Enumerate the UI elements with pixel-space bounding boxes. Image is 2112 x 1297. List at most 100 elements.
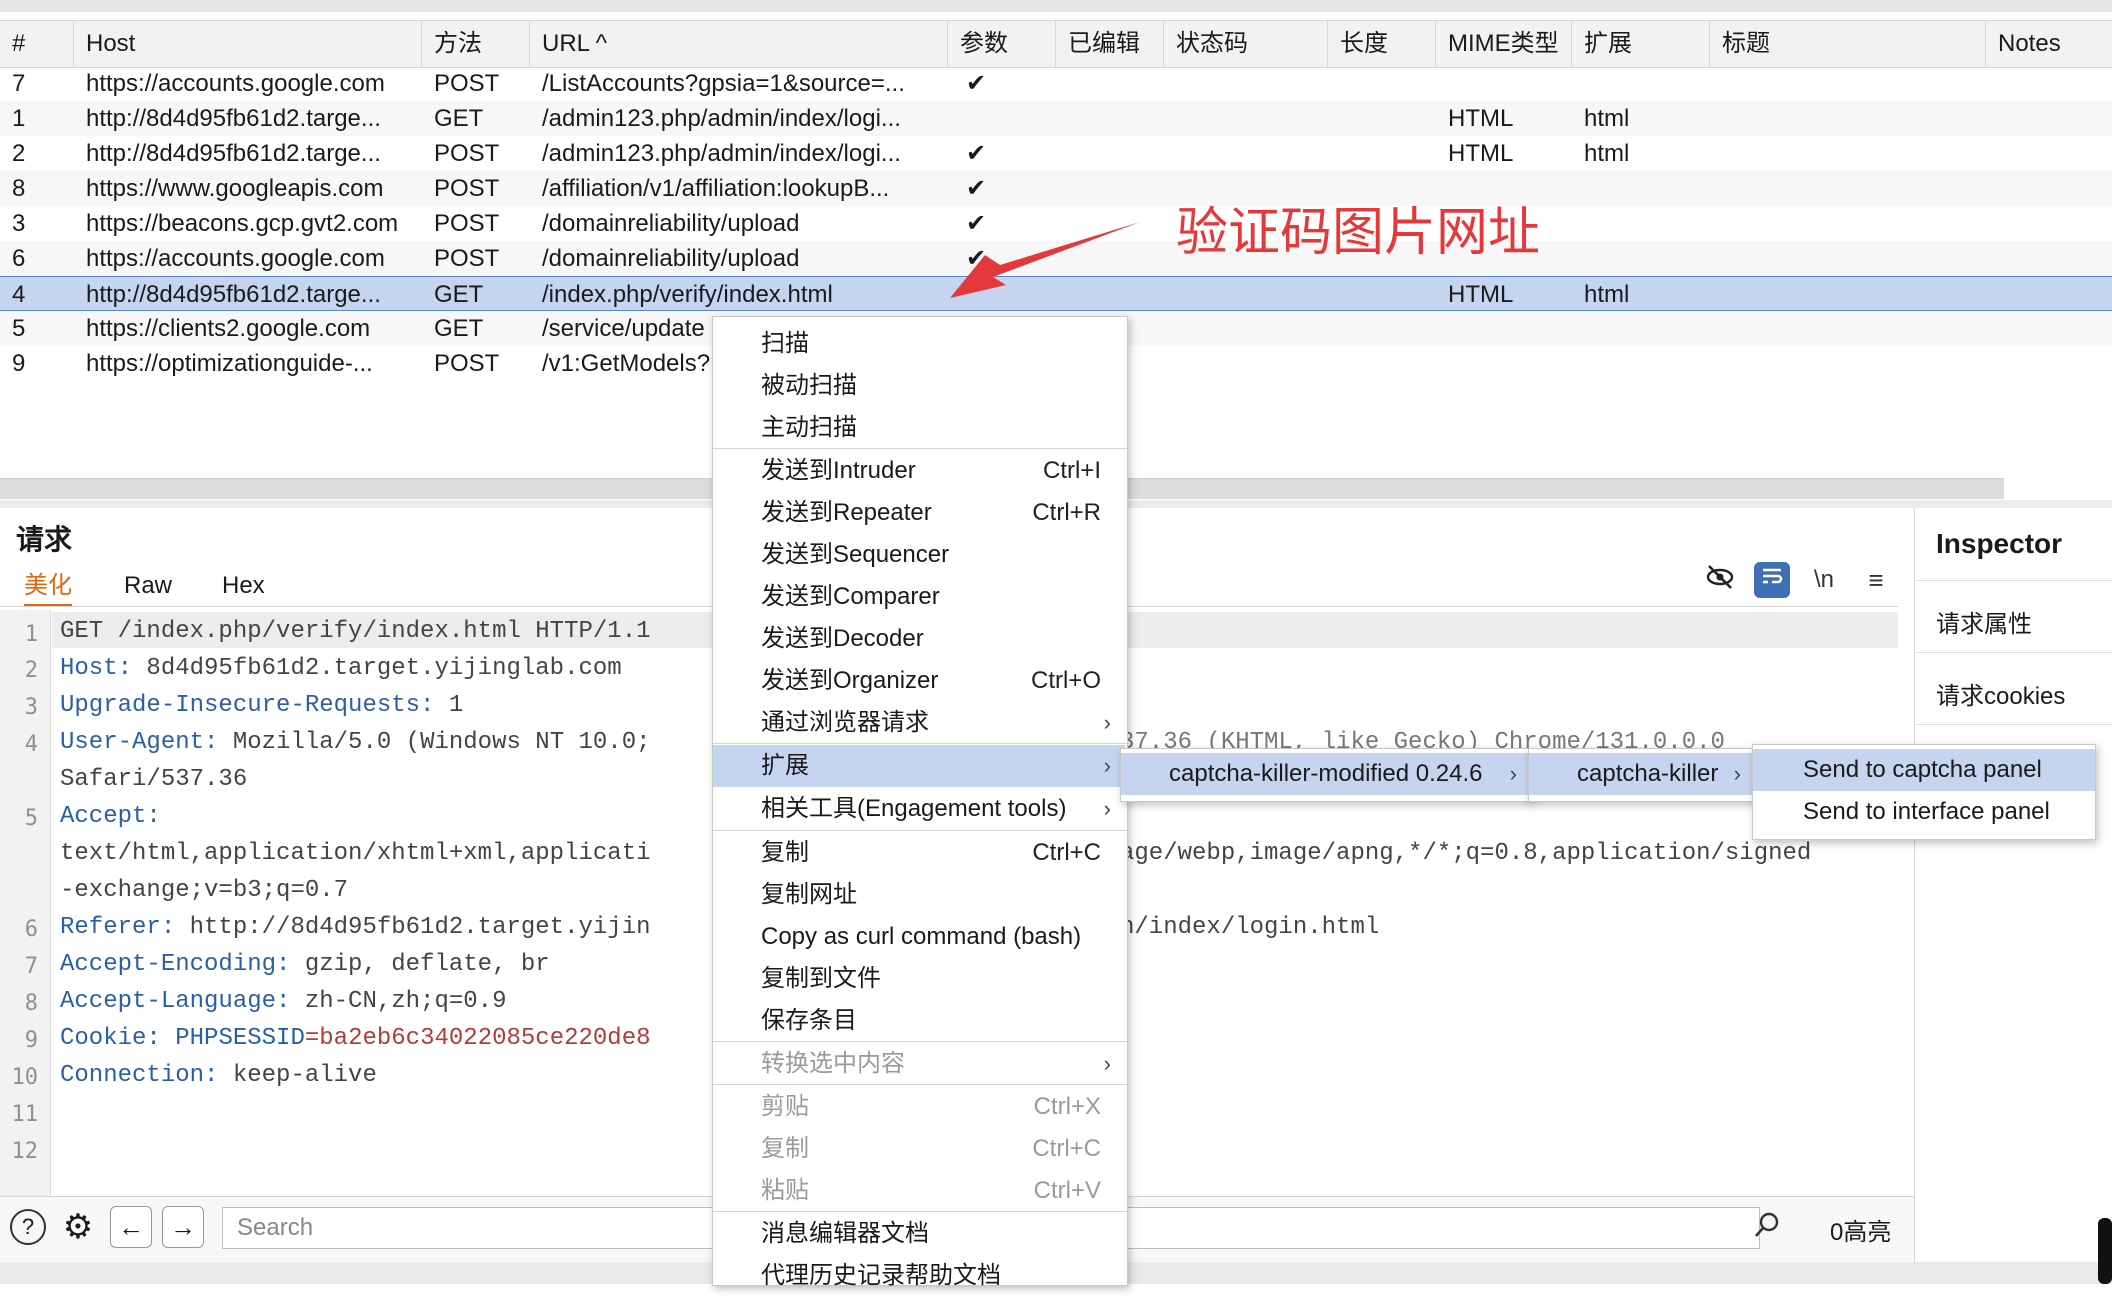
context-menu-item[interactable]: 扫描 xyxy=(713,323,1125,365)
arrow-left-icon[interactable]: ← xyxy=(110,1206,152,1248)
cell-url: /admin123.php/admin/index/logi... xyxy=(542,140,901,167)
annotation-text: 验证码图片网址 xyxy=(1176,203,1541,263)
table-row[interactable]: 2 http://8d4d95fb61d2.targe... POST/admin1… xyxy=(0,136,2112,171)
cell-params: ✔ xyxy=(966,140,987,167)
cell-url: /admin123.php/admin/index/logi... xyxy=(542,105,901,132)
submenu-captcha-killer[interactable]: captcha-killer › xyxy=(1529,753,1755,795)
col-header-status[interactable]: 状态码 xyxy=(1164,21,1328,67)
cell-params: ✔ xyxy=(966,245,987,272)
col-header-url[interactable]: URL ^ xyxy=(530,21,948,67)
menu-item-label: 主动扫描 xyxy=(761,414,857,441)
cell-method: GET xyxy=(434,281,484,308)
context-menu-item[interactable]: 发送到Sequencer xyxy=(713,534,1125,576)
cell-extension xyxy=(1572,346,1710,381)
col-header-method[interactable]: 方法 xyxy=(422,21,530,67)
gear-icon[interactable]: ⚙ xyxy=(58,1207,98,1247)
inspector-title: Inspector xyxy=(1936,528,2063,559)
cell-mime xyxy=(1436,346,1572,381)
context-menu-item: 剪贴 Ctrl+X xyxy=(713,1086,1125,1128)
chevron-right-icon: › xyxy=(1103,710,1111,735)
header-accept-value-tail: age/webp,image/apng,*/*;q=0.8,applicatio… xyxy=(1120,840,1812,867)
cell-num: 5 xyxy=(12,315,26,342)
cell-num: 9 xyxy=(12,350,26,377)
col-header-edited[interactable]: 已编辑 xyxy=(1056,21,1164,67)
cell-extension xyxy=(1572,206,1710,241)
send-to-captcha-panel[interactable]: Send to captcha panel xyxy=(1753,749,2095,791)
context-menu-item[interactable]: 代理历史记录帮助文档 xyxy=(713,1255,1125,1297)
col-header-mime[interactable]: MIME类型 xyxy=(1436,21,1572,67)
context-menu-item[interactable]: 发送到Repeater Ctrl+R xyxy=(713,492,1125,534)
table-row[interactable]: 8 https://www.googleapis.com POST/affiliat… xyxy=(0,171,2112,206)
col-header-notes[interactable]: Notes xyxy=(1986,21,2112,67)
table-row[interactable]: 4 http://8d4d95fb61d2.targe... GET/index.p… xyxy=(0,276,2112,311)
col-header-params[interactable]: 参数 xyxy=(948,21,1056,67)
menu-item-label: 复制 xyxy=(761,839,809,866)
table-row[interactable]: 6 https://accounts.google.com POST/domainr… xyxy=(0,241,2112,276)
context-menu-item[interactable]: 通过浏览器请求 › xyxy=(713,702,1125,744)
scrollbar-thumb[interactable] xyxy=(2098,1218,2112,1284)
cell-mime: HTML xyxy=(1448,105,1514,132)
context-menu-item[interactable]: 发送到Organizer Ctrl+O xyxy=(713,660,1125,702)
cell-host: https://beacons.gcp.gvt2.com xyxy=(86,210,399,237)
menu-item-label: 扩展 xyxy=(761,752,809,779)
col-header-title[interactable]: 标题 xyxy=(1710,21,1986,67)
line-number: 11 xyxy=(11,1102,39,1127)
inspector-request-attributes[interactable]: 请求属性 xyxy=(1936,604,2032,639)
col-header-extension[interactable]: 扩展 xyxy=(1572,21,1710,67)
header-user-agent: User-Agent: Mozilla/5.0 (Windows NT 10.0… xyxy=(60,729,651,756)
table-row[interactable]: 3 https://beacons.gcp.gvt2.com POST/domain… xyxy=(0,206,2112,241)
cell-params: ✔ xyxy=(966,175,987,202)
cell-num: 6 xyxy=(12,245,26,272)
newline-icon[interactable]: \n xyxy=(1806,562,1842,598)
arrow-right-icon[interactable]: → xyxy=(162,1206,204,1248)
context-menu-item[interactable]: 相关工具(Engagement tools) › xyxy=(713,788,1125,830)
context-menu-item[interactable]: 复制 Ctrl+C xyxy=(713,832,1125,874)
cell-extension: html xyxy=(1584,281,1630,308)
header-key: Referer: xyxy=(60,914,176,941)
context-menu-item[interactable]: 发送到Comparer xyxy=(713,576,1125,618)
cell-num: 4 xyxy=(12,281,26,308)
menu-item-shortcut: Ctrl+C xyxy=(1032,1135,1101,1162)
line-number: 8 xyxy=(24,991,38,1016)
menu-item-label: 扫描 xyxy=(761,330,809,357)
cell-host: https://optimizationguide-... xyxy=(86,350,373,377)
cell-extension: html xyxy=(1584,105,1630,132)
header-accept-encoding: Accept-Encoding: gzip, deflate, br xyxy=(60,951,550,978)
header-referer-tail: n/index/login.html xyxy=(1120,914,1380,941)
context-menu-item[interactable]: 复制网址 xyxy=(713,874,1125,916)
search-icon[interactable] xyxy=(1752,1210,1784,1242)
menu-icon[interactable]: ≡ xyxy=(1858,562,1894,598)
wrap-icon[interactable] xyxy=(1754,562,1790,598)
inspector-request-cookies[interactable]: 请求cookies xyxy=(1936,676,2065,711)
tab-raw[interactable]: Raw xyxy=(124,568,172,604)
tab-hex[interactable]: Hex xyxy=(222,568,265,604)
extension-submenu: captcha-killer-modified 0.24.6 › xyxy=(1120,748,1532,802)
send-to-interface-panel[interactable]: Send to interface panel xyxy=(1753,791,2095,833)
context-menu-item[interactable]: 保存条目 xyxy=(713,1000,1125,1042)
col-header-host[interactable]: Host xyxy=(74,21,422,67)
context-menu-item[interactable]: 发送到Decoder xyxy=(713,618,1125,660)
line-number: 1 xyxy=(24,622,38,647)
inspector-divider xyxy=(1916,580,2112,581)
eye-off-icon[interactable] xyxy=(1702,562,1738,598)
cell-method: POST xyxy=(434,175,500,202)
context-menu-item[interactable]: 被动扫描 xyxy=(713,365,1125,407)
context-menu-item[interactable]: 消息编辑器文档 xyxy=(713,1213,1125,1255)
context-menu-item[interactable]: 复制到文件 xyxy=(713,958,1125,1000)
cell-host: http://8d4d95fb61d2.targe... xyxy=(86,281,381,308)
cell-extension xyxy=(1572,171,1710,206)
context-menu-item[interactable]: 主动扫描 xyxy=(713,407,1125,449)
menu-separator xyxy=(713,830,1127,831)
context-menu-item[interactable]: Copy as curl command (bash) xyxy=(713,916,1125,958)
col-header-length[interactable]: 长度 xyxy=(1328,21,1436,67)
table-row[interactable]: 7 https://accounts.google.com POST/ListAcc… xyxy=(0,66,2112,101)
table-row[interactable]: 1 http://8d4d95fb61d2.targe... GET/admin12… xyxy=(0,101,2112,136)
context-menu-item[interactable]: 发送到Intruder Ctrl+I xyxy=(713,450,1125,492)
cell-method: POST xyxy=(434,140,500,167)
col-header-num[interactable]: # xyxy=(0,21,74,67)
help-icon[interactable]: ? xyxy=(10,1209,46,1245)
context-menu-item[interactable]: 扩展 › xyxy=(713,745,1125,787)
submenu-captcha-killer-modified[interactable]: captcha-killer-modified 0.24.6 › xyxy=(1121,753,1531,795)
chevron-right-icon: › xyxy=(1103,753,1111,778)
tab-pretty[interactable]: 美化 xyxy=(24,568,72,607)
